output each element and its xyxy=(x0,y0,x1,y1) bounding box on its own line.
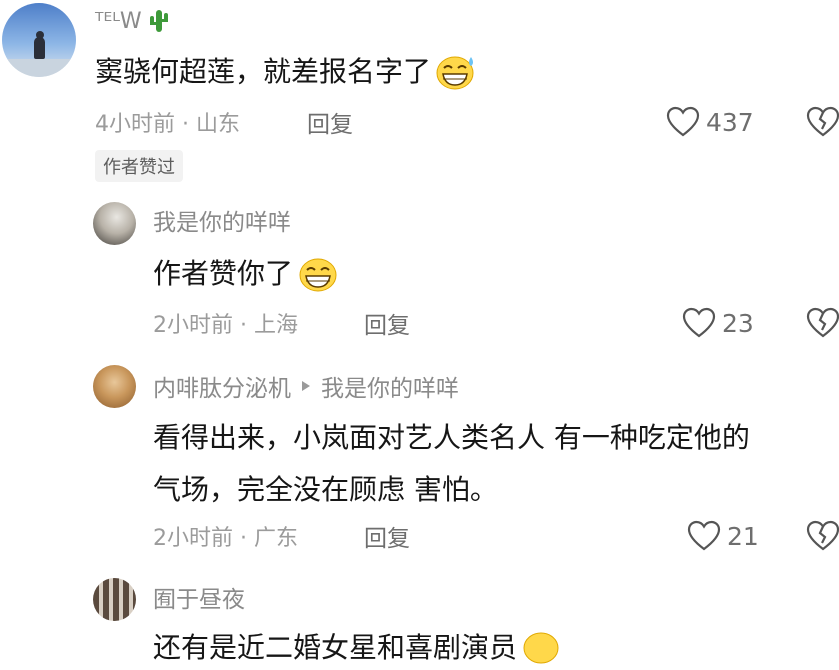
dislike-button[interactable] xyxy=(806,106,839,138)
reply-to-username[interactable]: 我是你的咩咩 xyxy=(321,369,459,403)
username[interactable]: ᵀᴱᴸW xyxy=(95,9,142,34)
username-row: ᵀᴱᴸW xyxy=(95,6,170,36)
comment-text-content: 作者赞你了 xyxy=(153,257,294,290)
emoji-icon xyxy=(521,630,561,666)
comment-text: 作者赞你了 xyxy=(153,252,339,296)
comment-text: 窦骁何超莲，就差报名字了 xyxy=(95,50,477,94)
time-location: 2小时前 · 广东 xyxy=(153,526,298,551)
username-row: 内啡肽分泌机 我是你的咩咩 xyxy=(153,369,459,403)
heart-outline-icon xyxy=(666,106,700,138)
heart-outline-icon xyxy=(682,307,716,339)
username[interactable]: 囿于昼夜 xyxy=(153,585,245,615)
reply-button[interactable]: 回复 xyxy=(307,110,353,140)
like-button[interactable]: 437 xyxy=(666,106,754,138)
broken-heart-icon xyxy=(806,520,839,552)
broken-heart-icon xyxy=(806,106,839,138)
dislike-button[interactable] xyxy=(806,520,839,552)
avatar[interactable] xyxy=(93,578,136,621)
author-liked-badge: 作者赞过 xyxy=(95,150,183,182)
comment-text-content: 还有是近二婚女星和喜剧演员 xyxy=(153,631,518,664)
avatar[interactable] xyxy=(93,365,136,408)
avatar[interactable] xyxy=(93,202,136,245)
triangle-right-icon xyxy=(301,380,311,392)
avatar[interactable] xyxy=(2,3,76,77)
reply-button[interactable]: 回复 xyxy=(364,311,410,341)
like-button[interactable]: 21 xyxy=(687,520,759,552)
like-count: 23 xyxy=(722,308,754,338)
comment-text-line-2: 气场，完全没在顾虑 害怕。 xyxy=(153,473,498,506)
broken-heart-icon xyxy=(806,307,839,339)
username[interactable]: 我是你的咩咩 xyxy=(153,208,291,238)
comment-text: 还有是近二婚女星和喜剧演员 xyxy=(153,626,561,670)
username[interactable]: 内啡肽分泌机 xyxy=(153,369,291,403)
comment-text-line-1: 看得出来，小岚面对艺人类名人 有一种吃定他的 xyxy=(153,421,750,454)
grinning-sweat-emoji-icon xyxy=(435,53,477,91)
time-location: 4小时前 · 山东 xyxy=(95,112,240,137)
time-location: 2小时前 · 上海 xyxy=(153,313,298,338)
grinning-emoji-icon xyxy=(297,255,339,293)
like-button[interactable]: 23 xyxy=(682,307,754,339)
cactus-icon xyxy=(148,8,170,34)
comment-text-content: 窦骁何超莲，就差报名字了 xyxy=(95,55,432,88)
reply-button[interactable]: 回复 xyxy=(364,524,410,554)
like-count: 437 xyxy=(706,107,754,137)
dislike-button[interactable] xyxy=(806,307,839,339)
like-count: 21 xyxy=(727,521,759,551)
heart-outline-icon xyxy=(687,520,721,552)
